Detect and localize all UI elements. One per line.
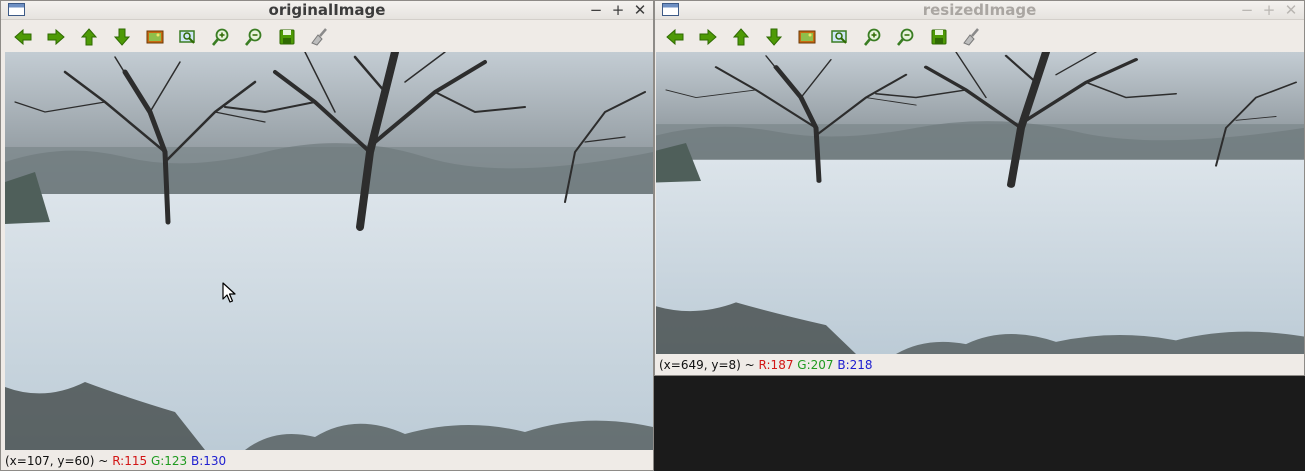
pan-right-button[interactable] <box>45 26 67 48</box>
brush-icon <box>961 26 983 48</box>
arrow-right-icon <box>697 26 719 48</box>
zoom-out-button[interactable] <box>243 26 265 48</box>
pan-left-button[interactable] <box>664 26 686 48</box>
zoom-fit-button[interactable] <box>829 26 851 48</box>
toolbar <box>655 20 1304 52</box>
properties-button[interactable] <box>961 26 983 48</box>
green-value: G:123 <box>150 454 188 468</box>
arrow-down-icon <box>763 26 785 48</box>
title-bar[interactable]: resizedImage − + ✕ <box>655 1 1304 20</box>
status-bar: (x=107, y=60) ~ R:115 G:123 B:130 <box>5 454 226 468</box>
pan-down-button[interactable] <box>763 26 785 48</box>
arrow-up-icon <box>730 26 752 48</box>
zoom-in-icon <box>862 26 884 48</box>
blue-value: B:130 <box>191 454 227 468</box>
title-bar[interactable]: originalImage − + ✕ <box>1 1 653 20</box>
snow-scene-image <box>5 52 653 450</box>
pan-up-button[interactable] <box>730 26 752 48</box>
zoom-in-button[interactable] <box>862 26 884 48</box>
zoom-out-icon <box>895 26 917 48</box>
arrow-up-icon <box>78 26 100 48</box>
red-value: R:115 <box>112 454 148 468</box>
image-canvas[interactable] <box>656 52 1304 354</box>
zoom-fit-icon <box>829 26 851 48</box>
save-icon <box>928 26 950 48</box>
arrow-left-icon <box>12 26 34 48</box>
original-image-window: originalImage − + ✕ (x=107, y=60) ~ R:11… <box>0 0 654 471</box>
zoom-original-button[interactable] <box>144 26 166 48</box>
snow-scene-image <box>656 52 1304 354</box>
window-title: originalImage <box>268 1 386 19</box>
image-icon <box>144 26 166 48</box>
arrow-right-icon <box>45 26 67 48</box>
pan-left-button[interactable] <box>12 26 34 48</box>
save-button[interactable] <box>276 26 298 48</box>
zoom-fit-button[interactable] <box>177 26 199 48</box>
window-title: resizedImage <box>922 1 1037 19</box>
zoom-in-button[interactable] <box>210 26 232 48</box>
pixel-coordinates: (x=107, y=60) ~ <box>5 454 109 468</box>
properties-button[interactable] <box>309 26 331 48</box>
brush-icon <box>309 26 331 48</box>
zoom-in-icon <box>210 26 232 48</box>
toolbar <box>1 20 653 52</box>
maximize-button[interactable]: + <box>1260 1 1278 19</box>
image-canvas[interactable] <box>5 52 653 450</box>
green-value: G:207 <box>797 358 834 372</box>
save-button[interactable] <box>928 26 950 48</box>
minimize-button[interactable]: − <box>1238 1 1256 19</box>
close-button[interactable]: ✕ <box>631 1 649 19</box>
maximize-button[interactable]: + <box>609 1 627 19</box>
minimize-button[interactable]: − <box>587 1 605 19</box>
pan-down-button[interactable] <box>111 26 133 48</box>
zoom-fit-icon <box>177 26 199 48</box>
pan-right-button[interactable] <box>697 26 719 48</box>
arrow-down-icon <box>111 26 133 48</box>
zoom-out-icon <box>243 26 265 48</box>
status-bar: (x=649, y=8) ~ R:187 G:207 B:218 <box>659 358 873 372</box>
image-icon <box>796 26 818 48</box>
red-value: R:187 <box>758 358 794 372</box>
zoom-original-button[interactable] <box>796 26 818 48</box>
pan-up-button[interactable] <box>78 26 100 48</box>
save-icon <box>276 26 298 48</box>
pixel-coordinates: (x=649, y=8) ~ <box>659 358 755 372</box>
zoom-out-button[interactable] <box>895 26 917 48</box>
arrow-left-icon <box>664 26 686 48</box>
blue-value: B:218 <box>837 358 873 372</box>
resized-image-window: resizedImage − + ✕ (x=649, y=8) ~ R:187 … <box>654 0 1305 376</box>
mouse-cursor-icon <box>222 282 236 303</box>
close-button[interactable]: ✕ <box>1282 1 1300 19</box>
